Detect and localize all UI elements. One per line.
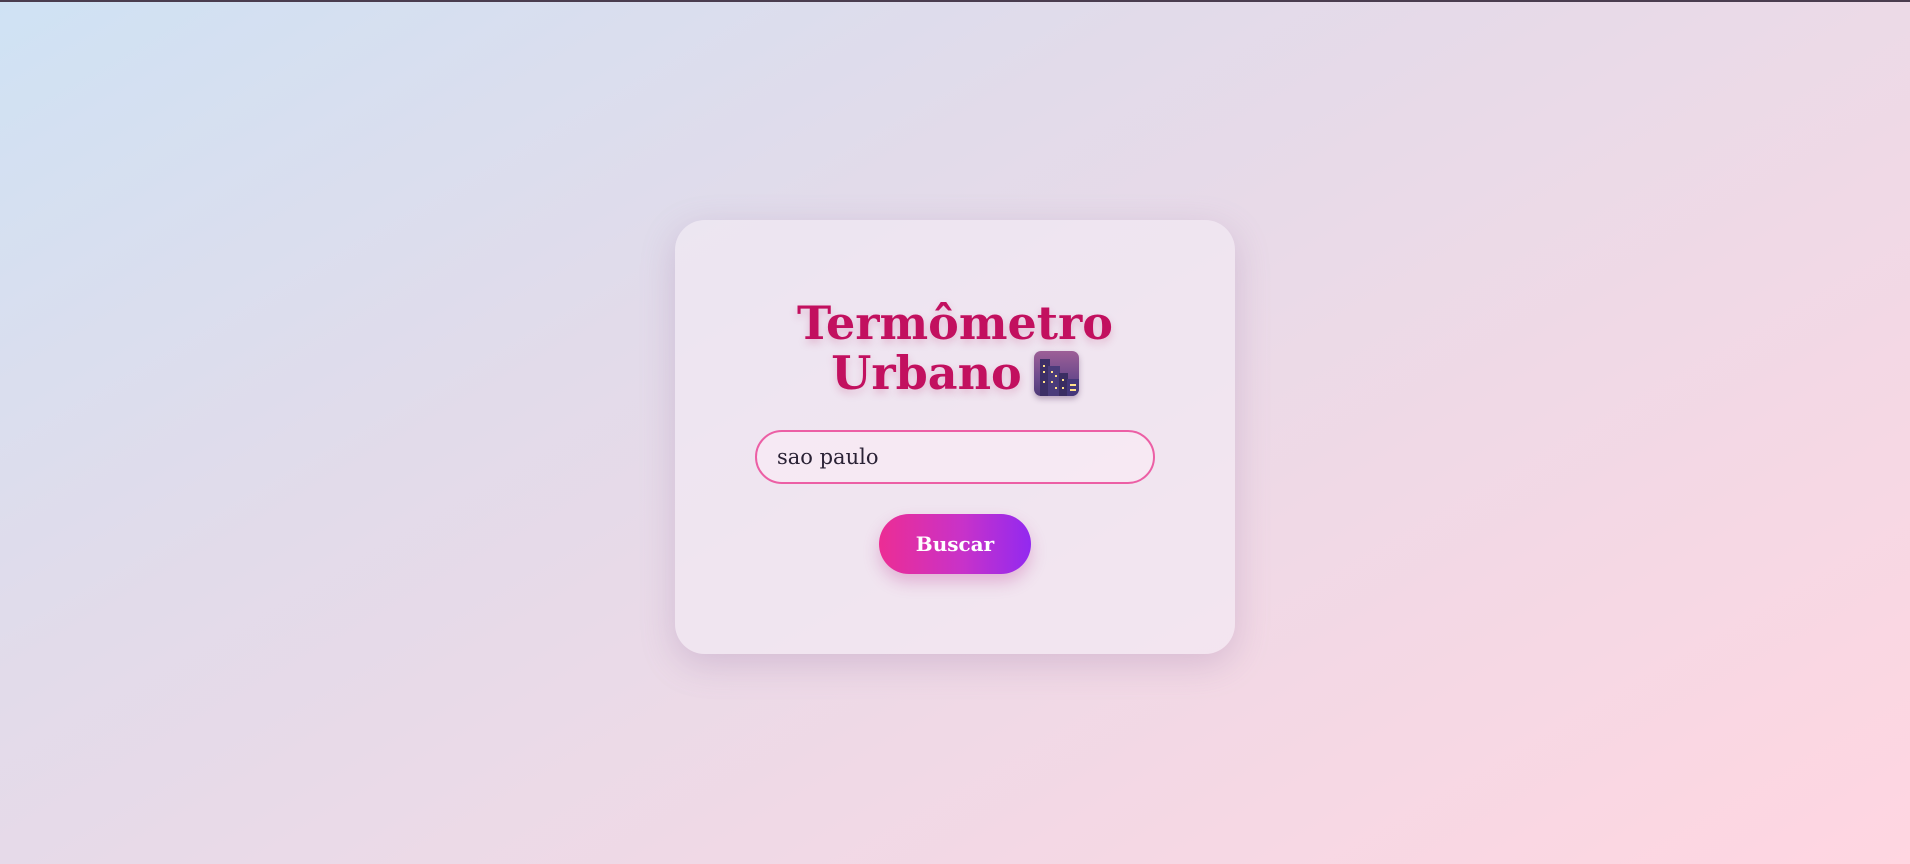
page-title: Termômetro Urbano [675,298,1235,398]
title-line-1: Termômetro [797,296,1113,350]
title-line-2-wrapper: Urbano [675,348,1235,398]
title-line-2: Urbano [831,346,1022,400]
city-search-input[interactable] [755,430,1155,484]
search-button[interactable]: Buscar [879,514,1031,574]
night-city-icon [1033,350,1079,396]
window-top-border [0,0,1910,2]
search-card: Termômetro Urbano Buscar [675,220,1235,654]
